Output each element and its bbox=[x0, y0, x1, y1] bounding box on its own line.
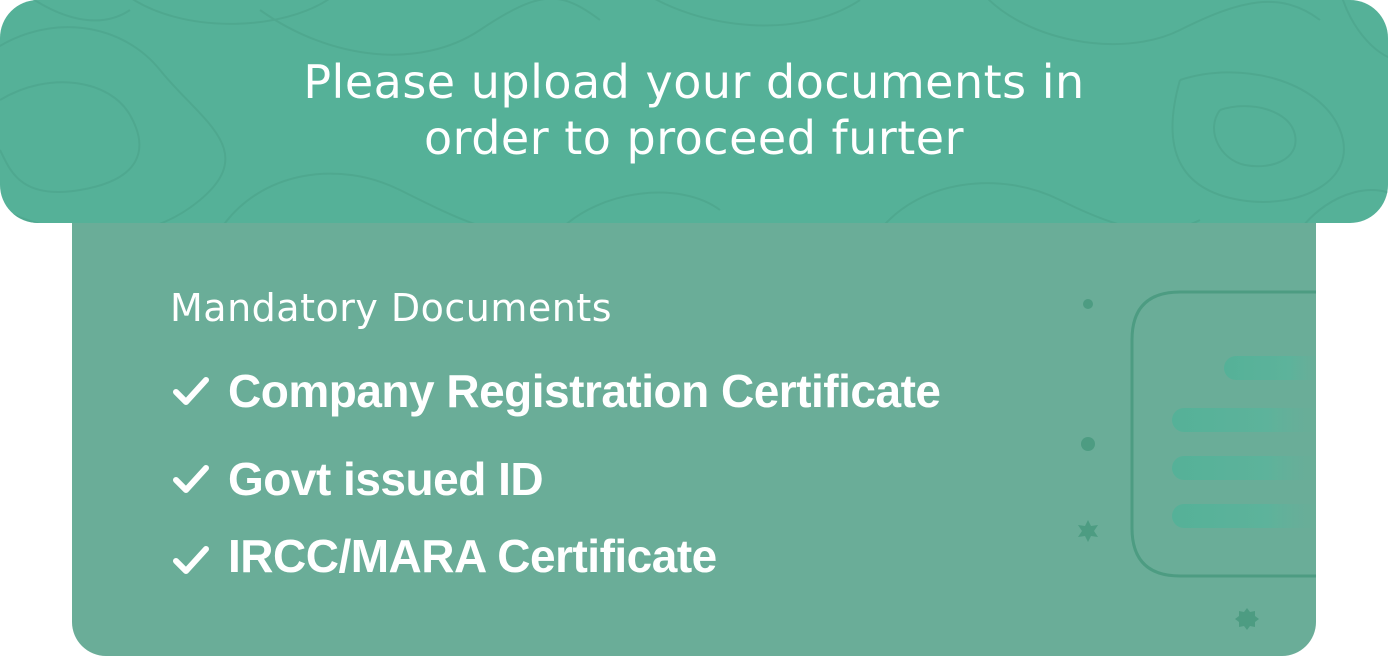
badge-icon bbox=[1235, 608, 1259, 630]
text-line bbox=[1172, 456, 1316, 480]
document-frame bbox=[1130, 290, 1316, 578]
list-item-ircc-mara: IRCC/MARA Certificate bbox=[170, 529, 717, 583]
text-line bbox=[1172, 408, 1316, 432]
section-title: Mandatory Documents bbox=[170, 286, 613, 330]
title-line-1: Please upload your documents in bbox=[303, 55, 1085, 109]
star-icon bbox=[1078, 520, 1098, 542]
check-icon bbox=[173, 465, 209, 493]
text-line bbox=[1172, 504, 1316, 528]
dot-icon bbox=[1083, 299, 1093, 309]
list-item-company-registration: Company Registration Certificate bbox=[170, 364, 941, 418]
list-item-govt-id: Govt issued ID bbox=[170, 452, 544, 506]
document-label: IRCC/MARA Certificate bbox=[228, 530, 717, 582]
document-illustration bbox=[1078, 290, 1316, 630]
page-title: Please upload your documents in order to… bbox=[200, 54, 1188, 166]
upload-documents-card: Please upload your documents in order to… bbox=[0, 0, 1388, 656]
check-icon bbox=[173, 546, 209, 574]
document-label: Company Registration Certificate bbox=[228, 365, 941, 417]
text-line bbox=[1224, 356, 1316, 380]
header-banner: Please upload your documents in order to… bbox=[0, 0, 1388, 223]
title-line-2: order to proceed furter bbox=[423, 111, 965, 165]
document-label: Govt issued ID bbox=[228, 453, 544, 505]
check-icon bbox=[173, 377, 209, 405]
dot-icon bbox=[1081, 437, 1095, 451]
